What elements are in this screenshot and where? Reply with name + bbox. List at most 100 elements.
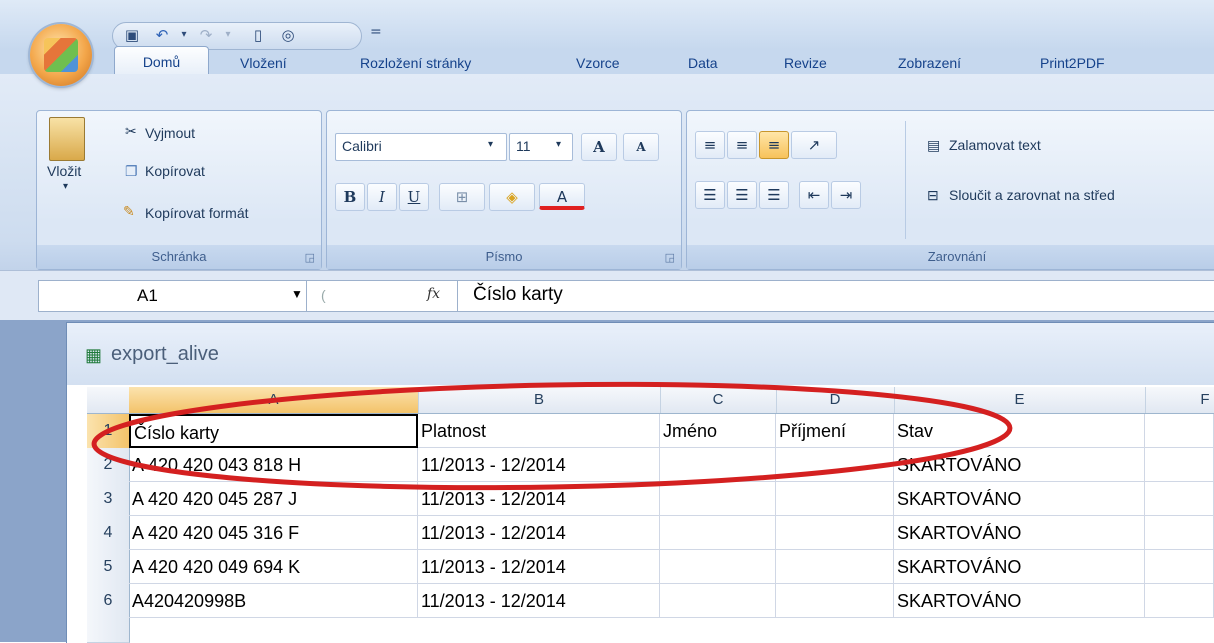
copy-button[interactable]: Kopírovat: [145, 163, 205, 179]
redo-dropdown-icon[interactable]: ▾: [219, 26, 237, 44]
cell-f5[interactable]: [1145, 550, 1214, 584]
cell-c2[interactable]: [660, 448, 776, 482]
row-header-3[interactable]: 3: [87, 482, 130, 517]
column-header-f[interactable]: F: [1145, 387, 1214, 413]
cell-a4[interactable]: A 420 420 045 316 F: [129, 516, 418, 550]
cell-f4[interactable]: [1145, 516, 1214, 550]
align-right-icon[interactable]: ☰: [759, 181, 789, 209]
name-box[interactable]: A1 ▼: [38, 280, 308, 312]
align-top-icon[interactable]: ≡: [695, 131, 725, 159]
clipboard-launcher-icon[interactable]: ◲: [305, 251, 315, 264]
cell-d1[interactable]: Příjmení: [776, 414, 894, 448]
row-header-4[interactable]: 4: [87, 516, 130, 551]
cell-f2[interactable]: [1145, 448, 1214, 482]
print-preview-icon[interactable]: ◎: [279, 26, 297, 44]
cell-b2[interactable]: 11/2013 - 12/2014: [418, 448, 660, 482]
cell-f6[interactable]: [1145, 584, 1214, 618]
cell-b3[interactable]: 11/2013 - 12/2014: [418, 482, 660, 516]
row-header-2[interactable]: 2: [87, 448, 130, 483]
row-header-5[interactable]: 5: [87, 550, 130, 585]
column-header-a[interactable]: A: [129, 387, 419, 413]
cell-e6[interactable]: SKARTOVÁNO: [894, 584, 1145, 618]
tab-insert[interactable]: Vložení: [240, 52, 287, 74]
font-color-button[interactable]: A: [539, 183, 585, 210]
grow-font-button[interactable]: A: [581, 133, 617, 161]
borders-icon[interactable]: ⊞: [439, 183, 485, 211]
cell-a2[interactable]: A 420 420 043 818 H: [129, 448, 418, 482]
shrink-font-button[interactable]: A: [623, 133, 659, 161]
row-header-6[interactable]: 6: [87, 584, 130, 619]
cell-b1[interactable]: Platnost: [418, 414, 660, 448]
insert-function-button[interactable]: fx: [427, 286, 440, 302]
cell-e4[interactable]: SKARTOVÁNO: [894, 516, 1145, 550]
row-header-1[interactable]: 1: [87, 414, 130, 449]
align-left-icon[interactable]: ☰: [695, 181, 725, 209]
align-middle-icon[interactable]: ≡: [727, 131, 757, 159]
cell-f3[interactable]: [1145, 482, 1214, 516]
wrap-text-button[interactable]: Zalamovat text: [949, 137, 1041, 153]
cell-d5[interactable]: [776, 550, 894, 584]
redo-icon[interactable]: ↷: [197, 26, 215, 44]
font-size-combobox[interactable]: 11 ▾: [509, 133, 573, 161]
cell-c4[interactable]: [660, 516, 776, 550]
customize-qat-button[interactable]: =: [370, 24, 382, 40]
cell-d6[interactable]: [776, 584, 894, 618]
cell-c6[interactable]: [660, 584, 776, 618]
tab-view[interactable]: Zobrazení: [898, 52, 961, 74]
decrease-indent-icon[interactable]: ⇤: [799, 181, 829, 209]
cell-b5[interactable]: 11/2013 - 12/2014: [418, 550, 660, 584]
undo-dropdown-icon[interactable]: ▾: [175, 26, 193, 44]
cell-b6[interactable]: 11/2013 - 12/2014: [418, 584, 660, 618]
tab-data[interactable]: Data: [688, 52, 718, 74]
italic-button[interactable]: I: [367, 183, 397, 211]
cell-c5[interactable]: [660, 550, 776, 584]
cell-f1[interactable]: [1145, 414, 1214, 448]
office-button[interactable]: [30, 24, 92, 86]
tab-page-layout[interactable]: Rozložení stránky: [360, 52, 471, 74]
undo-icon[interactable]: ↶: [153, 26, 171, 44]
cell-e5[interactable]: SKARTOVÁNO: [894, 550, 1145, 584]
cell-a1[interactable]: Číslo karty: [129, 414, 418, 448]
cell-c1[interactable]: Jméno: [660, 414, 776, 448]
cut-button[interactable]: Vyjmout: [145, 125, 195, 141]
save-icon[interactable]: ▣: [123, 26, 141, 44]
cell-e3[interactable]: SKARTOVÁNO: [894, 482, 1145, 516]
merge-center-button[interactable]: Sloučit a zarovnat na střed: [949, 187, 1115, 203]
orientation-icon[interactable]: ↗: [791, 131, 837, 159]
font-name-dropdown-icon[interactable]: ▾: [488, 139, 493, 150]
new-document-icon[interactable]: ▯: [249, 26, 267, 44]
cell-c3[interactable]: [660, 482, 776, 516]
tab-review[interactable]: Revize: [784, 52, 827, 74]
formula-input[interactable]: ( fx Číslo karty: [306, 280, 1214, 312]
cell-d4[interactable]: [776, 516, 894, 550]
name-box-dropdown-icon[interactable]: ▼: [291, 287, 303, 301]
paste-dropdown-icon[interactable]: ▾: [63, 181, 68, 192]
cell-a3[interactable]: A 420 420 045 287 J: [129, 482, 418, 516]
cell-b4[interactable]: 11/2013 - 12/2014: [418, 516, 660, 550]
column-header-e[interactable]: E: [894, 387, 1146, 413]
bold-button[interactable]: B: [335, 183, 365, 211]
increase-indent-icon[interactable]: ⇥: [831, 181, 861, 209]
column-header-b[interactable]: B: [418, 387, 661, 413]
cell-a6[interactable]: A420420998B: [129, 584, 418, 618]
tab-home[interactable]: Domů: [114, 46, 209, 77]
cell-d2[interactable]: [776, 448, 894, 482]
format-painter-button[interactable]: Kopírovat formát: [145, 205, 249, 221]
fill-color-icon[interactable]: ◈: [489, 183, 535, 211]
align-center-icon[interactable]: ☰: [727, 181, 757, 209]
cell-d3[interactable]: [776, 482, 894, 516]
column-header-d[interactable]: D: [776, 387, 895, 413]
tab-formulas[interactable]: Vzorce: [576, 52, 620, 74]
tab-print2pdf[interactable]: Print2PDF: [1040, 52, 1105, 74]
select-all-corner[interactable]: [87, 387, 130, 413]
column-header-c[interactable]: C: [660, 387, 777, 413]
font-launcher-icon[interactable]: ◲: [665, 251, 675, 264]
font-name-combobox[interactable]: Calibri ▾: [335, 133, 507, 161]
row-header-7[interactable]: [87, 618, 130, 643]
font-size-dropdown-icon[interactable]: ▾: [556, 139, 561, 150]
cell-e2[interactable]: SKARTOVÁNO: [894, 448, 1145, 482]
cell-a5[interactable]: A 420 420 049 694 K: [129, 550, 418, 584]
paste-button[interactable]: Vložit: [47, 163, 81, 179]
underline-button[interactable]: U: [399, 183, 429, 211]
cell-e1[interactable]: Stav: [894, 414, 1145, 448]
